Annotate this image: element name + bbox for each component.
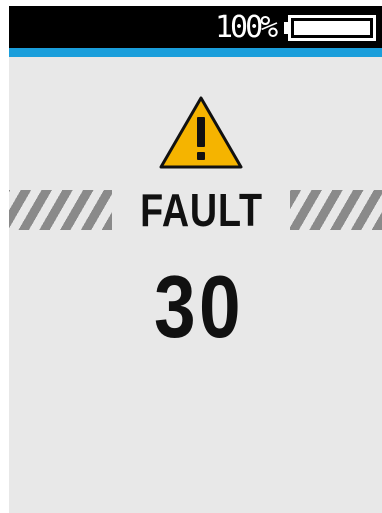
warning-triangle-icon <box>159 96 243 169</box>
hazard-stripes-right <box>290 190 382 230</box>
status-bar: 100% <box>9 6 382 48</box>
hazard-stripes-left <box>9 190 112 230</box>
accent-divider <box>9 48 382 57</box>
battery-percentage: 100% <box>215 10 278 45</box>
battery-level-fill <box>294 21 370 35</box>
device-screen: 100% FAULT 30 <box>9 6 382 513</box>
battery-icon <box>288 15 376 41</box>
fault-label: FAULT <box>140 184 263 236</box>
fault-code: 30 <box>153 257 244 356</box>
